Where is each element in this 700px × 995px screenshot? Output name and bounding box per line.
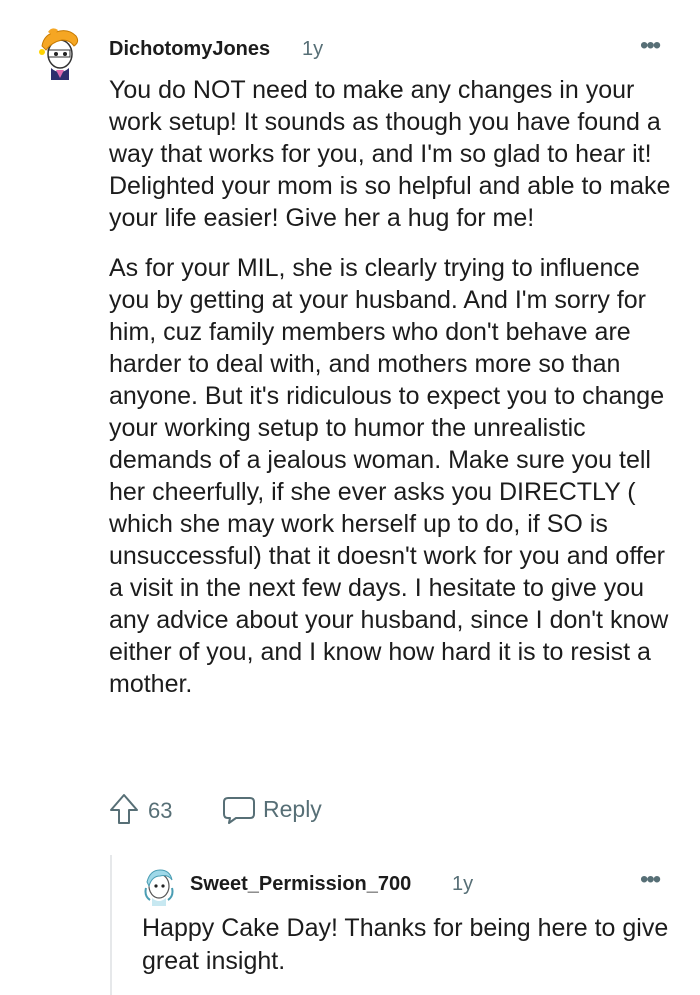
comment-author[interactable]: DichotomyJones: [109, 38, 270, 61]
upvote-arrow-icon[interactable]: [108, 792, 140, 826]
thread-line[interactable]: [110, 855, 112, 995]
speech-bubble-icon[interactable]: [222, 795, 256, 825]
comment-body: You do NOT need to make any changes in y…: [109, 74, 679, 718]
user-avatar[interactable]: [34, 24, 84, 80]
reply-age: 1y: [452, 873, 474, 895]
user-avatar[interactable]: [142, 866, 176, 906]
comment-age: 1y: [302, 38, 324, 60]
vote-count: 63: [148, 798, 173, 823]
reply-author[interactable]: Sweet_Permission_700: [190, 873, 411, 896]
reply-button[interactable]: Reply: [263, 796, 322, 823]
reply-body: Happy Cake Day! Thanks for being here to…: [142, 914, 669, 975]
more-options-icon[interactable]: •••: [640, 34, 661, 58]
comment-paragraph: You do NOT need to make any changes in y…: [109, 76, 671, 232]
more-options-icon[interactable]: •••: [640, 868, 661, 892]
comment-paragraph: As for your MIL, she is clearly trying t…: [109, 254, 669, 698]
